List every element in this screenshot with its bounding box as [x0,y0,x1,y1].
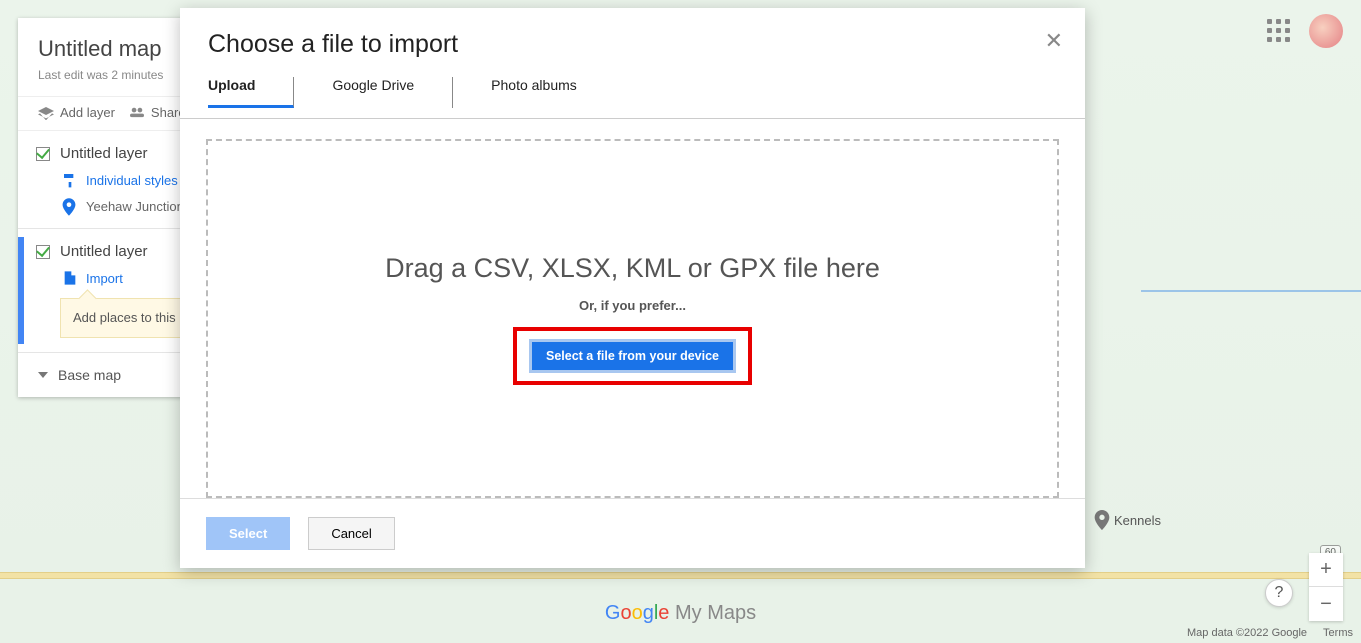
layer-visibility-checkbox[interactable] [36,147,50,161]
dropzone-heading: Drag a CSV, XLSX, KML or GPX file here [385,253,880,284]
zoom-control: + − [1309,553,1343,621]
import-modal: Choose a file to import ✕ Upload Google … [180,8,1085,568]
poi-label[interactable]: Kennels [1094,510,1161,530]
terms-link[interactable]: Terms [1323,627,1353,639]
instruction-highlight: Select a file from your device [513,327,752,385]
tab-google-drive[interactable]: Google Drive [294,77,453,108]
map-credits: Map data ©2022 Google Terms [1187,627,1353,639]
pin-icon [62,198,78,214]
layer-name[interactable]: Untitled layer [60,145,148,162]
divider [180,118,1085,119]
layer-name[interactable]: Untitled layer [60,243,148,260]
close-icon[interactable]: ✕ [1045,28,1063,54]
zoom-in-button[interactable]: + [1309,553,1343,587]
chevron-down-icon [38,372,48,378]
share-icon [129,106,145,120]
account-avatar[interactable] [1309,14,1343,48]
add-layer-button[interactable]: Add layer [38,105,115,120]
layer-visibility-checkbox[interactable] [36,245,50,259]
tab-upload[interactable]: Upload [208,77,294,108]
import-icon [62,270,78,286]
dropzone-sub: Or, if you prefer... [579,298,686,313]
dropzone[interactable]: Drag a CSV, XLSX, KML or GPX file here O… [206,139,1059,498]
google-mymaps-logo: Google My Maps [605,602,756,625]
river [1141,290,1361,292]
layers-icon [38,106,54,120]
help-button[interactable]: ? [1265,579,1293,607]
share-button[interactable]: Share [129,105,186,120]
map-data-text: Map data ©2022 Google [1187,627,1307,639]
cancel-button[interactable]: Cancel [308,517,394,550]
google-apps-icon[interactable] [1267,19,1291,43]
modal-tabs: Upload Google Drive Photo albums [208,77,1057,108]
road: 60 [0,572,1361,579]
modal-title: Choose a file to import [208,30,1057,59]
tab-photo-albums[interactable]: Photo albums [453,77,615,108]
zoom-out-button[interactable]: − [1309,587,1343,621]
paint-roller-icon [62,172,78,188]
select-file-button[interactable]: Select a file from your device [529,339,736,373]
select-button[interactable]: Select [206,517,290,550]
